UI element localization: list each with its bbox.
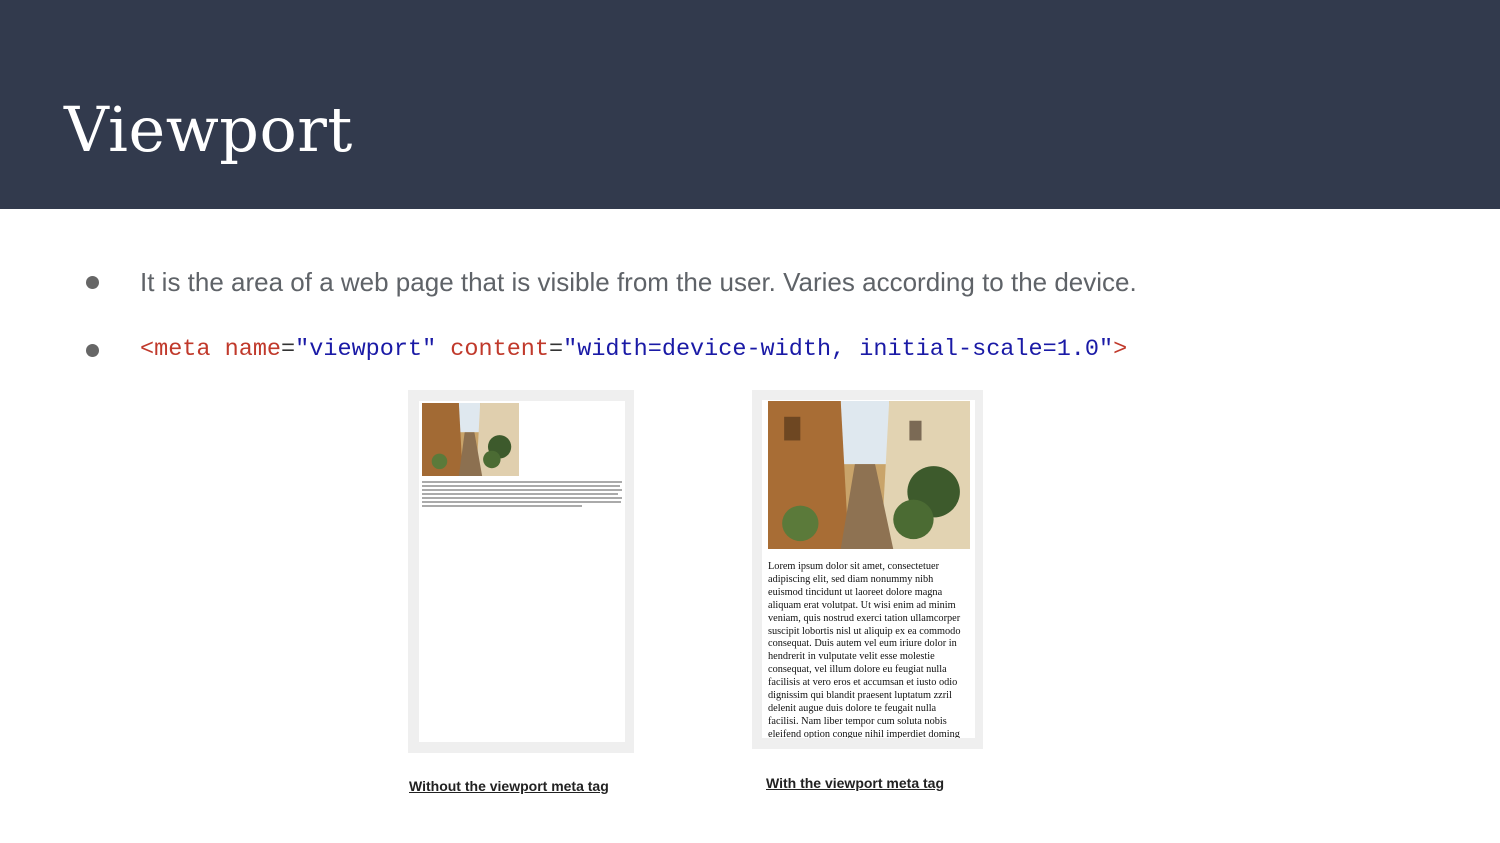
- code-eq: =: [549, 336, 564, 363]
- lorem-paragraph: Lorem ipsum dolor sit amet, consectetuer…: [768, 561, 961, 738]
- bullet-dot: [86, 344, 99, 357]
- code-value-content: "width=device-width, initial-scale=1.0": [563, 336, 1114, 363]
- slide-title: Viewport: [64, 93, 353, 166]
- slide-header: Viewport: [0, 0, 1500, 209]
- street-photo-large: [768, 401, 970, 549]
- tiny-text-block: [422, 481, 622, 509]
- bullet-code: <meta name="viewport" content="width=dev…: [86, 330, 1386, 370]
- code-snippet: <meta name="viewport" content="width=dev…: [140, 330, 1127, 370]
- phone-without-viewport: [408, 390, 634, 753]
- bullet-text: It is the area of a web page that is vis…: [140, 267, 1137, 297]
- street-photo-small: [422, 403, 519, 476]
- code-tag-open: <meta: [140, 336, 211, 363]
- code-attr-name: name: [224, 336, 282, 363]
- phone-with-viewport: Lorem ipsum dolor sit amet, consectetuer…: [752, 390, 983, 749]
- caption-with-viewport: With the viewport meta tag: [766, 775, 945, 791]
- phone-screen: Lorem ipsum dolor sit amet, consectetuer…: [762, 400, 975, 738]
- caption-without-viewport: Without the viewport meta tag: [409, 778, 609, 794]
- bullet-definition: It is the area of a web page that is vis…: [86, 262, 1386, 302]
- code-value-name: "viewport": [295, 336, 437, 363]
- code-eq: =: [281, 336, 296, 363]
- code-tag-close: >: [1113, 336, 1128, 363]
- code-attr-content: content: [450, 336, 550, 363]
- phone-screen: [419, 401, 625, 742]
- bullet-dot: [86, 276, 99, 289]
